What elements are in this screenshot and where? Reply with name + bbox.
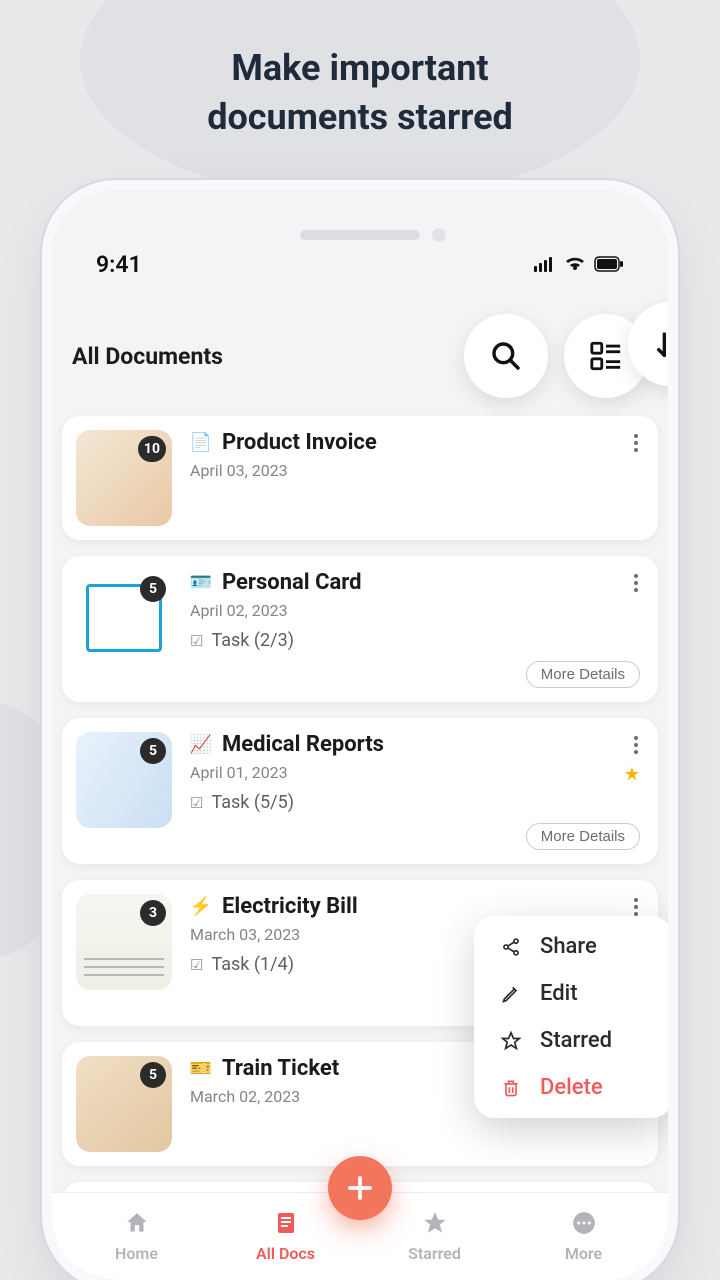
document-title: Train Ticket [222, 1056, 339, 1081]
phone-frame: 9:41 All Documents 10 📄 Product Invoice … [52, 190, 668, 1280]
document-thumbnail: 5 [76, 570, 172, 666]
search-button[interactable] [464, 314, 548, 398]
more-details-button[interactable]: More Details [526, 823, 640, 850]
grid-list-icon [589, 339, 623, 373]
home-icon [124, 1210, 150, 1242]
page-count-badge: 5 [140, 738, 166, 764]
plus-icon [345, 1173, 375, 1203]
checklist-icon: ☑ [190, 794, 203, 812]
add-button[interactable] [328, 1156, 392, 1220]
nav-home[interactable]: Home [87, 1210, 187, 1263]
doc-type-icon: 🎫 [190, 1058, 212, 1080]
sort-icon [653, 327, 668, 361]
star-icon [501, 1031, 521, 1051]
card-menu-button[interactable] [634, 574, 638, 592]
document-card[interactable]: 5 📈 Medical Reports April 01, 2023 ☑Task… [62, 718, 658, 864]
document-title: Medical Reports [222, 732, 384, 757]
document-title: Electricity Bill [222, 894, 358, 919]
more-icon [571, 1210, 597, 1242]
nav-starred[interactable]: Starred [385, 1210, 485, 1263]
status-indicators [534, 256, 624, 272]
doc-type-icon: 📄 [190, 432, 212, 454]
document-title: Product Invoice [222, 430, 377, 455]
menu-delete[interactable]: Delete [500, 1075, 646, 1100]
share-icon [501, 937, 521, 957]
edit-icon [501, 984, 521, 1004]
doc-type-icon: ⚡ [190, 896, 212, 918]
menu-edit[interactable]: Edit [500, 981, 646, 1006]
checklist-icon: ☑ [190, 632, 203, 650]
starred-indicator-icon: ★ [624, 764, 640, 785]
document-thumbnail: 5 [76, 732, 172, 828]
promo-headline: Make important documents starred [0, 0, 720, 141]
document-date: April 03, 2023 [190, 461, 640, 480]
star-nav-icon [422, 1210, 448, 1242]
doc-type-icon: 🪪 [190, 572, 212, 594]
document-card[interactable]: 5 🪪 Personal Card April 02, 2023 ☑Task (… [62, 556, 658, 702]
docs-icon [274, 1210, 298, 1242]
task-progress: ☑Task (2/3) [190, 630, 640, 651]
search-icon [490, 340, 522, 372]
document-thumbnail: 3 [76, 894, 172, 990]
document-thumbnail: 5 [76, 1056, 172, 1152]
signal-icon [534, 256, 556, 272]
menu-share[interactable]: Share [500, 934, 646, 959]
more-details-button[interactable]: More Details [526, 661, 640, 688]
document-date: April 01, 2023 [190, 763, 640, 782]
battery-icon [594, 256, 624, 272]
doc-type-icon: 📈 [190, 734, 212, 756]
menu-starred[interactable]: Starred [500, 1028, 646, 1053]
document-card[interactable]: 10 📄 Product Invoice April 03, 2023 [62, 416, 658, 540]
page-title: All Documents [72, 343, 448, 370]
page-count-badge: 3 [140, 900, 166, 926]
document-date: April 02, 2023 [190, 601, 640, 620]
trash-icon [501, 1078, 521, 1098]
card-menu-button[interactable] [634, 736, 638, 754]
card-menu-button[interactable] [634, 434, 638, 452]
task-progress: ☑Task (5/5) [190, 792, 640, 813]
status-time: 9:41 [96, 251, 142, 278]
document-thumbnail: 10 [76, 430, 172, 526]
checklist-icon: ☑ [190, 956, 203, 974]
page-count-badge: 5 [140, 1062, 166, 1088]
card-menu-button[interactable] [634, 898, 638, 916]
nav-more[interactable]: More [534, 1210, 634, 1263]
nav-alldocs[interactable]: All Docs [236, 1210, 336, 1263]
page-count-badge: 10 [138, 436, 166, 462]
page-count-badge: 5 [140, 576, 166, 602]
document-title: Personal Card [222, 570, 362, 595]
context-menu: Share Edit Starred Delete [474, 916, 668, 1118]
wifi-icon [564, 256, 586, 272]
